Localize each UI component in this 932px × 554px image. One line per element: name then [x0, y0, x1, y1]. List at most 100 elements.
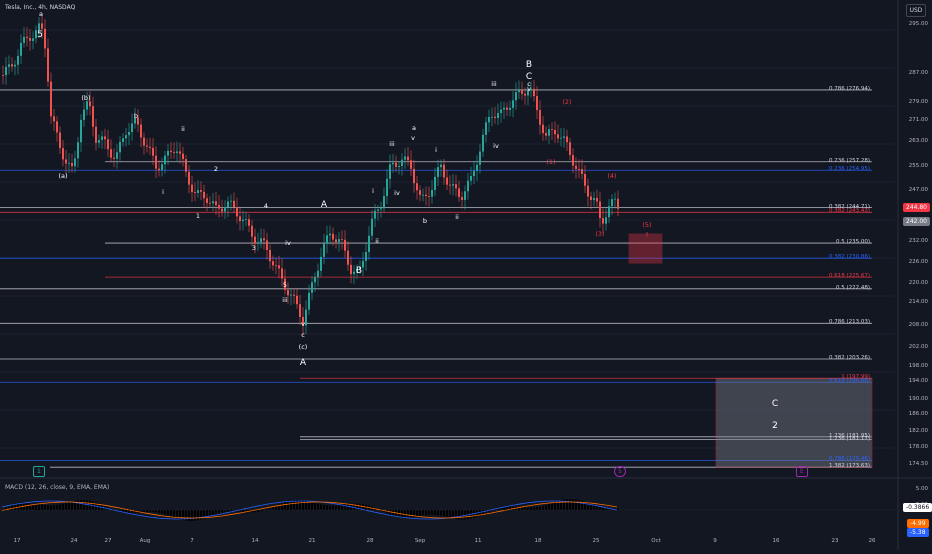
date-axis-label: 28: [367, 538, 374, 544]
candle-body: [53, 116, 55, 121]
candle-body: [446, 177, 448, 184]
macd-histogram-bar: [539, 507, 541, 510]
candle-body: [410, 160, 412, 169]
candle-body: [584, 174, 586, 186]
candle-body: [251, 226, 253, 237]
candle-body: [611, 199, 613, 206]
candle-body: [221, 209, 223, 212]
candle-body: [371, 219, 373, 236]
candle-body: [188, 172, 190, 185]
candle-body: [32, 38, 34, 40]
wave-label: B: [526, 60, 532, 70]
candle-body: [260, 238, 262, 242]
candle-body: [377, 209, 379, 210]
macd-histogram-bar: [62, 504, 64, 510]
chart-canvas[interactable]: [0, 0, 932, 550]
price-axis-label: 247.00: [909, 187, 928, 193]
macd-histogram-bar: [572, 499, 574, 510]
candle-body: [596, 198, 598, 201]
candle-body: [416, 183, 418, 190]
candle-body: [425, 195, 427, 196]
candle-body: [419, 190, 421, 195]
macd-histogram-bar: [83, 500, 85, 510]
candle-body: [389, 164, 391, 179]
macd-histogram-bar: [191, 510, 193, 521]
candle-body: [344, 240, 346, 251]
candle-body: [485, 122, 487, 135]
candle-body: [161, 164, 163, 170]
candle-body: [95, 127, 97, 143]
candle-body: [107, 139, 109, 149]
macd-legend[interactable]: MACD (12, 26, close, 9, EMA, EMA): [5, 484, 109, 491]
candle-body: [578, 169, 580, 170]
event-marker[interactable]: E: [796, 466, 808, 477]
candle-body: [23, 37, 25, 43]
macd-histogram-bar: [215, 510, 217, 514]
candle-body: [506, 108, 508, 110]
date-axis-label: 24: [71, 538, 78, 544]
macd-histogram-bar: [14, 504, 16, 510]
macd-histogram-bar: [44, 505, 46, 510]
candle-body: [26, 37, 28, 38]
candle-body: [311, 282, 313, 293]
candle-body: [560, 138, 562, 139]
date-axis-label: 16: [773, 538, 780, 544]
price-axis-label: 174.50: [909, 461, 928, 467]
candle-body: [68, 163, 70, 164]
candle-body: [62, 148, 64, 159]
macd-histogram-bar: [29, 503, 31, 510]
candle-body: [299, 304, 301, 317]
candle-body: [206, 198, 208, 203]
wave-label: v: [527, 85, 531, 93]
price-chart-svg[interactable]: [0, 0, 932, 550]
candle-body: [428, 196, 430, 197]
macd-histogram-bar: [422, 510, 424, 515]
candle-body: [308, 293, 310, 310]
macd-histogram-bar: [242, 510, 244, 512]
price-axis-label: 255.00: [909, 163, 928, 169]
macd-histogram-bar: [329, 506, 331, 510]
price-axis-label: 295.00: [909, 21, 928, 27]
price-axis-label: 198.00: [909, 363, 928, 369]
macd-histogram-bar: [284, 502, 286, 510]
macd-histogram-bar: [161, 510, 163, 514]
macd-histogram-bar: [341, 505, 343, 510]
macd-histogram-bar: [38, 504, 40, 510]
candle-body: [458, 188, 460, 197]
currency-button[interactable]: USD: [906, 4, 926, 17]
candle-body: [512, 100, 514, 108]
fib-label: 0.618 (196.88): [800, 378, 870, 384]
candle-body: [140, 125, 142, 138]
macd-histogram-bar: [458, 510, 460, 519]
macd-histogram-bar: [347, 504, 349, 510]
wave-label: (a): [58, 172, 67, 180]
candle-body: [443, 165, 445, 178]
wave-label: a: [39, 10, 43, 18]
candle-body: [422, 195, 424, 196]
candle-body: [566, 136, 568, 142]
candle-body: [116, 152, 118, 158]
date-axis-label: 26: [869, 538, 876, 544]
candle-body: [44, 29, 46, 49]
date-axis-label: 14: [252, 538, 259, 544]
candle-body: [557, 134, 559, 138]
candle-body: [11, 64, 13, 66]
candle-body: [293, 295, 295, 296]
candle-body: [17, 56, 19, 65]
macd-histogram-bar: [323, 505, 325, 510]
macd-histogram-bar: [533, 507, 535, 510]
event-marker[interactable]: 5: [614, 466, 626, 477]
event-marker[interactable]: 1: [33, 466, 45, 477]
current-price-badge: 244.80: [903, 203, 930, 212]
fib-label: 0.618 (225.67): [800, 273, 870, 279]
macd-histogram-bar: [173, 510, 175, 517]
macd-histogram-bar: [575, 500, 577, 510]
candle-body: [176, 151, 178, 152]
candle-body: [554, 130, 556, 134]
target-zone-c2: [716, 378, 872, 467]
wave-label: 4: [264, 202, 268, 210]
candle-body: [212, 201, 214, 203]
candle-body: [569, 142, 571, 155]
fib-label: 1.236 (181.17): [800, 436, 870, 442]
date-axis-label: 11: [475, 538, 482, 544]
